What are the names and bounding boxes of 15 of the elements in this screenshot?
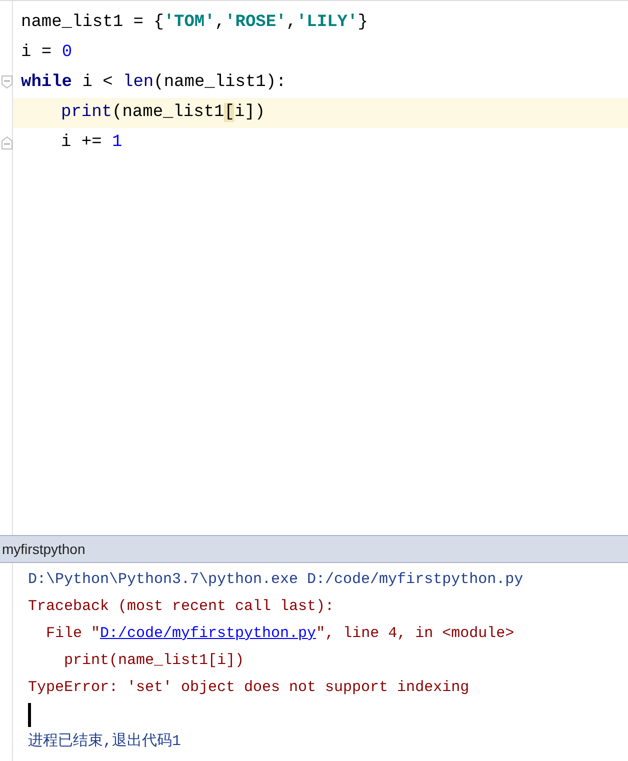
console-text: 进程已结束,退出代码1 — [28, 732, 182, 752]
code-line: i += 1 — [60, 133, 122, 152]
console-text: D:\Python\Python3.7\python.exe D:/code/myfirstpython.py — [28, 570, 524, 590]
code-line: name_list1 = {'TOM','ROSE','LILY'} — [21, 13, 368, 32]
file-link[interactable]: D:/code/myfirstpython.py — [100, 620, 316, 647]
console-text: Traceback (most recent call last): — [28, 597, 334, 617]
console-text: File " — [45, 624, 100, 644]
code-line: while i < len(name_list1): — [21, 73, 286, 92]
text-cursor — [28, 702, 31, 726]
console-text: print(name_list1[i]) — [63, 651, 244, 671]
console-title: myfirstpython — [2, 540, 86, 559]
console-text: ", line 4, in <module> — [316, 624, 514, 644]
console-text: TypeError: 'set' object does not support indexing — [28, 678, 470, 698]
code-line: i = 0 — [21, 43, 72, 62]
code-line: print(name_list1[i]) — [60, 103, 266, 122]
